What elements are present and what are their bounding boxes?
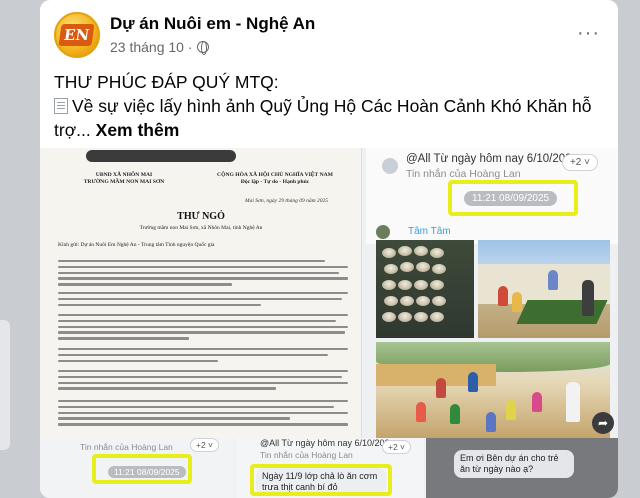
letter-subtitle: Trường mầm non Mai Sơn, xã Nhôn Mai, tỉn…	[139, 225, 263, 231]
chat-subtitle: Tin nhắn của Hoàng Lan	[406, 168, 521, 180]
post-text: THƯ PHÚC ĐÁP QUÝ MTQ: Về sự việc lấy hìn…	[54, 70, 604, 142]
facebook-post-card: EN Dự án Nuôi em - Nghệ An 23 tháng 10 ·…	[40, 0, 618, 498]
letter-paragraph	[58, 260, 348, 289]
highlight-box	[92, 454, 192, 484]
letter-document-photo: UBND XÃ NHÔN MAI TRƯỜNG MẦM NON MAI SƠN …	[40, 148, 362, 438]
schoolyard-meal-photo	[376, 342, 610, 438]
message-icon	[382, 158, 398, 174]
letter-recipient: Kính gửi: Dự án Nuôi Em Nghệ An - Trung …	[58, 242, 215, 248]
letter-org-right: CỘNG HÒA XÃ HỘI CHỦ NGHĨA VIỆT NAM Độc l…	[217, 172, 333, 185]
post-options-button[interactable]: ···	[577, 22, 600, 45]
post-text-line-2-content: Về sự việc lấy hình ảnh Quỹ Ủng Hộ Các H…	[72, 96, 592, 116]
post-header: EN Dự án Nuôi em - Nghệ An 23 tháng 10 ·…	[54, 8, 604, 60]
more-count-badge: +2 ˅	[561, 154, 598, 171]
letter-date: Mai Sơn, ngày 29 tháng 09 năm 2025	[245, 198, 328, 204]
post-meta: 23 tháng 10 ·	[110, 39, 209, 55]
letter-paragraph	[58, 314, 348, 343]
see-more-link[interactable]: Xem thêm	[96, 120, 180, 140]
post-text-line-2: Về sự việc lấy hình ảnh Quỹ Ủng Hộ Các H…	[54, 94, 604, 118]
letter-paragraph	[58, 370, 348, 393]
chat-screenshot-middle: @All Từ ngày hôm nay 6/10/202... Tin nhắ…	[236, 438, 424, 498]
share-arrow-icon[interactable]: ➦	[592, 412, 614, 434]
letter-org-left: UBND XÃ NHÔN MAI TRƯỜNG MẦM NON MAI SƠN	[83, 172, 165, 185]
sender-avatar	[376, 225, 390, 239]
chat-screenshot-right: Em ơi Bên dự án cho trẻ ăn từ ngày nào ạ…	[426, 438, 618, 498]
strip2-subtitle: Tin nhắn của Hoàng Lan	[260, 450, 353, 460]
strip1-badge: +2 ˅	[190, 438, 220, 452]
strip1-subtitle: Tin nhắn của Hoàng Lan	[80, 442, 173, 452]
document-icon	[54, 98, 68, 114]
post-image[interactable]: UBND XÃ NHÔN MAI TRƯỜNG MẦM NON MAI SƠN …	[40, 148, 618, 498]
page-name-link[interactable]: Dự án Nuôi em - Nghệ An	[110, 14, 315, 34]
page-avatar[interactable]: EN	[54, 12, 100, 58]
public-globe-icon	[196, 41, 209, 55]
post-text-line-3-content: trợ...	[54, 120, 91, 140]
letter-paragraph	[58, 292, 348, 309]
sender-name: Tâm Tâm	[408, 226, 451, 237]
letter-title: THƯ NGỎ	[177, 211, 225, 222]
chat-title: @All Từ ngày hôm nay 6/10/202...	[406, 153, 582, 165]
avatar-logo-text: EN	[58, 24, 96, 46]
post-text-line-1: THƯ PHÚC ĐÁP QUÝ MTQ:	[54, 72, 279, 92]
adjacent-post-edge	[0, 320, 10, 450]
post-timestamp[interactable]: 23 tháng 10 ·	[110, 39, 193, 55]
strip3-message: Em ơi Bên dự án cho trẻ ăn từ ngày nào ạ…	[454, 450, 574, 478]
chat-screenshot-left: Tin nhắn của Hoàng Lan +2 ˅ 11:21 08/09/…	[40, 438, 234, 498]
highlight-box	[250, 464, 392, 496]
strip2-badge: +2 ˅	[382, 440, 412, 454]
highlight-box	[448, 180, 578, 216]
post-text-line-3: trợ... Xem thêm	[54, 118, 604, 142]
strip2-title: @All Từ ngày hôm nay 6/10/202...	[260, 438, 398, 448]
clipboard-clip	[86, 150, 236, 162]
meal-trays-photo	[376, 240, 474, 338]
children-eating-photo	[478, 240, 610, 338]
letter-paragraph	[58, 348, 348, 365]
letter-paragraph	[58, 400, 348, 429]
